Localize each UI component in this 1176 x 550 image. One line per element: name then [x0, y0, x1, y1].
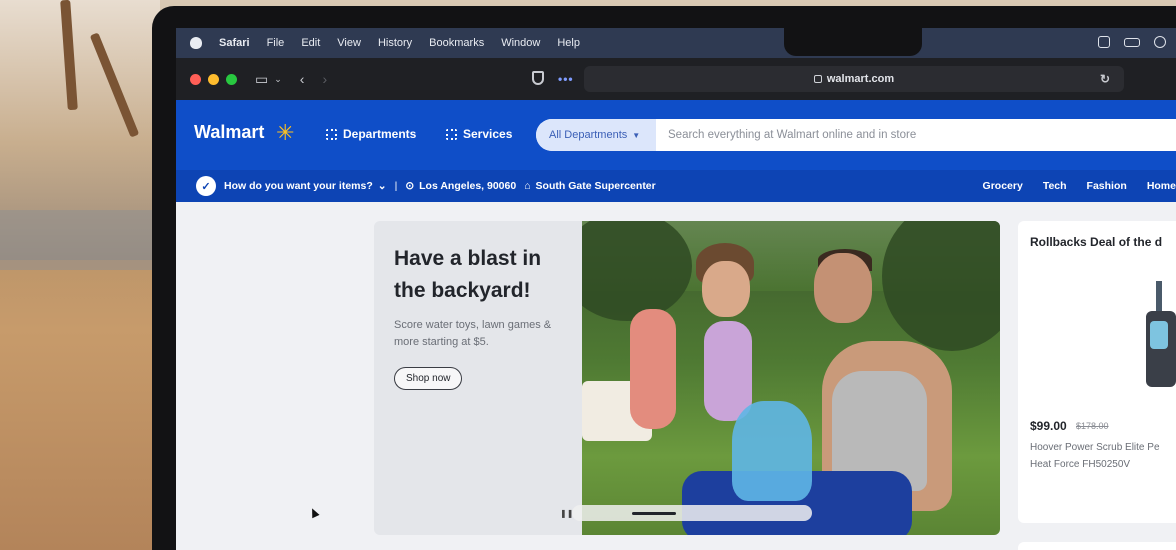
delivery-icon: ✓: [196, 176, 216, 196]
menubar-status-icons: [1098, 36, 1166, 48]
site-header: Walmart ✳ Departments Services All Depar…: [176, 100, 1176, 170]
rollbacks-card[interactable]: Rollbacks Deal of the d $99.00 $178.00 H…: [1018, 221, 1176, 523]
hero-girl: [702, 261, 750, 317]
hero-water-toy: [732, 401, 812, 501]
departments-button[interactable]: Departments: [326, 127, 416, 141]
chevron-down-icon[interactable]: ⌄: [274, 74, 282, 85]
grid-icon: [326, 128, 337, 140]
hero-woman: [630, 309, 676, 429]
category-tech[interactable]: Tech: [1043, 180, 1067, 192]
menu-edit[interactable]: Edit: [301, 37, 320, 49]
tab-overview-icon[interactable]: •••: [558, 72, 574, 86]
lock-icon: [813, 75, 822, 83]
menu-view[interactable]: View: [337, 37, 361, 49]
carousel-progress-thumb: [632, 512, 677, 515]
mac-menubar: Safari File Edit View History Bookmarks …: [176, 28, 1176, 58]
zoom-icon[interactable]: [226, 73, 237, 85]
reload-icon[interactable]: ↻: [1100, 72, 1110, 86]
back-arrow-icon[interactable]: ‹: [300, 71, 305, 87]
laptop-screen: Safari File Edit View History Bookmarks …: [176, 28, 1176, 550]
menu-help[interactable]: Help: [557, 37, 580, 49]
promo-text-block: Have a blast in the backyard! Score wate…: [394, 243, 574, 390]
mouse-cursor: [308, 506, 320, 519]
services-button[interactable]: Services: [446, 127, 512, 141]
promo-subtitle: Score water toys, lawn games & more star…: [394, 319, 552, 348]
store-text: South Gate Supercenter: [535, 180, 656, 192]
url-text: walmart.com: [826, 73, 895, 85]
apple-icon[interactable]: [190, 37, 202, 49]
product-name[interactable]: Hoover Power Scrub Elite Pe Heat Force F…: [1030, 439, 1176, 473]
window-controls: [190, 73, 237, 85]
departments-label: Departments: [343, 127, 417, 141]
menu-file[interactable]: File: [267, 37, 285, 49]
department-select-value: All Departments: [549, 129, 628, 141]
browser-toolbar: ▭ ⌄ ‹ › ••• walmart.com ↻: [176, 58, 1176, 100]
sidebar-toggle-icon[interactable]: ▭: [255, 71, 268, 88]
battery-icon[interactable]: [1124, 38, 1140, 47]
caret-down-icon: ▼: [632, 130, 641, 140]
category-fashion[interactable]: Fashion: [1087, 180, 1127, 192]
camera-notch: [784, 28, 922, 56]
walmart-logo[interactable]: Walmart: [194, 122, 264, 143]
category-home[interactable]: Home: [1147, 180, 1176, 192]
department-select[interactable]: All Departments ▼: [536, 119, 656, 151]
hero-tree: [582, 221, 692, 321]
search-input[interactable]: [656, 120, 1176, 150]
divider: |: [394, 180, 398, 192]
promo-title: Have a blast in the backyard!: [394, 247, 542, 302]
menu-bookmarks[interactable]: Bookmarks: [429, 37, 484, 49]
grid-icon: [446, 128, 457, 140]
category-links: Grocery Tech Fashion Home: [983, 180, 1176, 192]
delivery-prompt: How do you want your items?: [224, 180, 373, 192]
product-price: $99.00: [1030, 419, 1067, 433]
rollbacks-title: Rollbacks Deal of the d: [1030, 235, 1163, 249]
vacuum-handle: [1156, 281, 1162, 315]
next-card[interactable]: [1018, 542, 1176, 550]
hero-girl-swimsuit: [704, 321, 752, 421]
hero-man-face: [814, 253, 872, 323]
location-button[interactable]: ⊙ Los Angeles, 90060: [405, 180, 516, 192]
background-rug: [0, 210, 160, 270]
address-bar[interactable]: walmart.com ↻: [584, 66, 1124, 92]
delivery-options-button[interactable]: How do you want your items? ⌄: [224, 180, 387, 192]
vacuum-tank: [1150, 321, 1168, 349]
chevron-down-icon: ⌄: [377, 180, 387, 192]
search-icon[interactable]: [1154, 36, 1166, 48]
product-old-price: $178.00: [1076, 421, 1109, 431]
menu-history[interactable]: History: [378, 37, 412, 49]
location-text: Los Angeles, 90060: [419, 180, 517, 192]
hero-promo-card[interactable]: Have a blast in the backyard! Score wate…: [374, 221, 1000, 535]
control-center-icon[interactable]: [1098, 36, 1110, 48]
spark-logo-icon[interactable]: ✳: [276, 120, 294, 146]
delivery-bar: ✓ How do you want your items? ⌄ | ⊙ Los …: [176, 170, 1176, 202]
forward-arrow-icon[interactable]: ›: [322, 71, 327, 87]
menu-window[interactable]: Window: [501, 37, 540, 49]
location-pin-icon: ⊙: [405, 180, 415, 192]
hero-image[interactable]: [582, 221, 1000, 535]
privacy-shield-icon[interactable]: [532, 71, 544, 85]
minimize-icon[interactable]: [208, 73, 219, 85]
store-icon: ⌂: [524, 180, 531, 192]
hero-tree: [882, 221, 1000, 351]
services-label: Services: [463, 127, 513, 141]
shop-now-button[interactable]: Shop now: [394, 367, 463, 390]
search-bar: All Departments ▼: [536, 119, 1176, 151]
store-button[interactable]: ⌂ South Gate Supercenter: [524, 180, 656, 192]
close-icon[interactable]: [190, 73, 201, 85]
carousel-progress[interactable]: [572, 505, 812, 521]
menu-app-name[interactable]: Safari: [219, 37, 250, 49]
product-image[interactable]: [1140, 281, 1176, 401]
category-grocery[interactable]: Grocery: [983, 180, 1023, 192]
